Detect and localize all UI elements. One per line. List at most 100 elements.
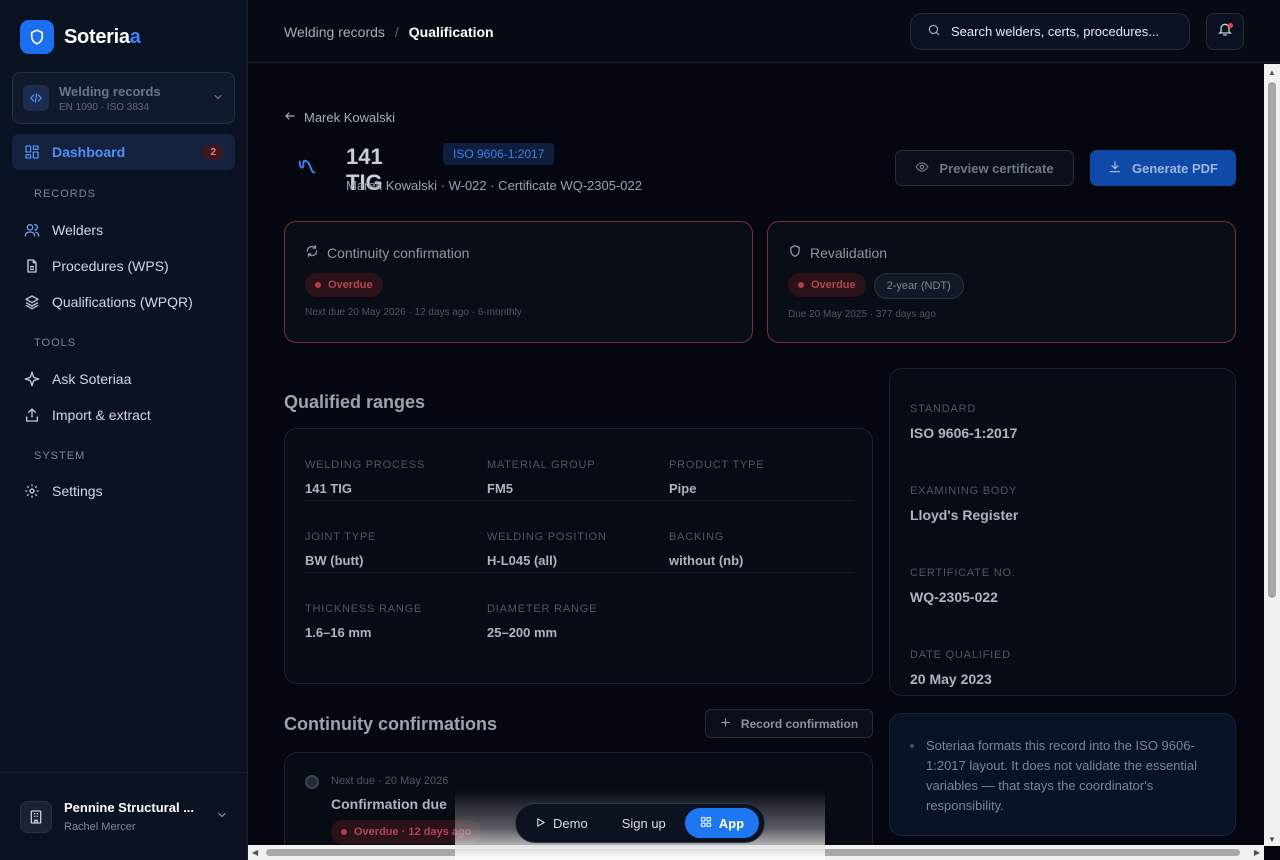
qualified-ranges-heading: Qualified ranges xyxy=(284,392,426,412)
building-icon xyxy=(20,800,52,833)
status-badge: Overdue xyxy=(305,273,383,297)
range-value: FM5 xyxy=(487,481,513,496)
code-icon xyxy=(23,85,49,111)
scroll-left-icon[interactable]: ◀ xyxy=(252,848,258,857)
range-value: 141 TIG xyxy=(305,481,352,496)
interval-tag: 2-year (NDT) xyxy=(873,273,964,299)
range-value: 1.6–16 mm xyxy=(305,625,372,640)
range-cell: DIAMETER RANGE 25–200 mm xyxy=(487,603,669,645)
apps-grid-icon xyxy=(700,816,712,831)
range-label: MATERIAL GROUP xyxy=(487,459,596,471)
range-value: H-L045 (all) xyxy=(487,553,558,568)
notification-count-badge: 2 xyxy=(203,144,223,160)
app-label: App xyxy=(718,815,745,831)
shield-icon xyxy=(788,244,802,261)
range-label: WELDING PROCESS xyxy=(305,459,426,471)
refresh-icon xyxy=(305,244,319,261)
preview-certificate-button[interactable]: Preview certificate xyxy=(895,150,1074,186)
sidebar-item-welders[interactable]: Welders xyxy=(12,212,235,248)
search-input[interactable]: Search welders, certs, procedures... xyxy=(910,13,1190,50)
range-cell: WELDING POSITION H-L045 (all) xyxy=(487,531,669,572)
signup-label: Sign up xyxy=(621,815,666,831)
alert-note: Next due 20 May 2026 · 12 days ago · 6-m… xyxy=(305,307,522,318)
sidebar-item-procedures[interactable]: Procedures (WPS) xyxy=(12,248,235,284)
detail-value: 20 May 2023 xyxy=(910,671,992,687)
sidebar-item-label: Settings xyxy=(52,483,103,499)
range-label: DIAMETER RANGE xyxy=(487,603,598,615)
chevron-down-icon xyxy=(216,808,228,826)
mode-switcher: Demo Sign up App xyxy=(515,803,765,843)
chevron-down-icon xyxy=(212,91,224,106)
range-value: without (nb) xyxy=(669,553,744,568)
demo-label: Demo xyxy=(553,815,588,831)
generate-pdf-button[interactable]: Generate PDF xyxy=(1090,150,1236,186)
org-name: Pennine Structural ... xyxy=(64,800,195,815)
scroll-up-icon[interactable]: ▲ xyxy=(1268,68,1276,77)
qualified-ranges-card: WELDING PROCESS 141 TIG MATERIAL GROUP FM5… xyxy=(284,428,873,684)
range-cell: PRODUCT TYPE Pipe xyxy=(669,459,851,500)
sidebar-item-dashboard[interactable]: Dashboard 2 xyxy=(12,134,235,170)
alert-note: Due 20 May 2025 · 377 days ago xyxy=(788,309,936,320)
sidebar-item-settings[interactable]: Settings xyxy=(12,473,235,509)
breadcrumb-current: Qualification xyxy=(408,24,494,40)
range-value: BW (butt) xyxy=(305,553,364,568)
page-subtitle: Marek Kowalski · W-022 · Certificate WQ-… xyxy=(346,178,642,193)
breadcrumb-parent[interactable]: Welding records xyxy=(284,24,385,40)
workspace-subtitle: EN 1090 · ISO 3834 xyxy=(59,101,150,113)
breadcrumb: Welding records / Qualification xyxy=(284,24,494,40)
range-cell: MATERIAL GROUP FM5 xyxy=(487,459,669,500)
detail-value: ISO 9606-1:2017 xyxy=(910,425,1018,441)
detail-item: STANDARD ISO 9606-1:2017 xyxy=(910,403,1215,475)
users-icon xyxy=(24,222,40,238)
info-notice: Soteriaa formats this record into the IS… xyxy=(889,713,1236,836)
top-header: Welding records / Qualification Search w… xyxy=(248,0,1280,63)
nav-section-records: RECORDS xyxy=(34,188,97,200)
sidebar-item-label: Import & extract xyxy=(52,407,151,423)
notifications-button[interactable] xyxy=(1206,13,1244,50)
workspace-title: Welding records xyxy=(59,83,161,99)
range-label: BACKING xyxy=(669,531,725,543)
demo-button[interactable]: Demo xyxy=(520,808,603,838)
gear-icon xyxy=(24,483,40,499)
continuity-heading: Continuity confirmations xyxy=(284,714,497,734)
back-link[interactable]: Marek Kowalski xyxy=(284,110,395,125)
certificate-details-card: STANDARD ISO 9606-1:2017 EXAMINING BODY Ll… xyxy=(889,368,1236,696)
record-label: Record confirmation xyxy=(740,716,859,731)
scroll-right-icon[interactable]: ▶ xyxy=(1254,848,1260,857)
layers-icon xyxy=(24,294,40,310)
record-confirmation-button[interactable]: Record confirmation xyxy=(705,709,873,738)
shield-logo-icon xyxy=(20,20,54,54)
range-label: PRODUCT TYPE xyxy=(669,459,765,471)
brand-name: Soteriaa xyxy=(64,25,141,48)
sidebar-item-label: Qualifications (WPQR) xyxy=(52,294,193,310)
range-row: JOINT TYPE BW (butt) WELDING POSITION H-L0… xyxy=(305,501,852,573)
detail-label: STANDARD xyxy=(910,403,977,415)
range-cell: BACKING without (nb) xyxy=(669,531,851,572)
sidebar-item-label: Welders xyxy=(52,222,104,238)
status-text: Overdue · 12 days ago xyxy=(354,826,472,838)
detail-label: CERTIFICATE NO. xyxy=(910,567,1016,579)
arrow-left-icon xyxy=(284,110,296,125)
detail-value: WQ-2305-022 xyxy=(910,589,998,605)
upload-icon xyxy=(24,407,40,423)
org-switcher[interactable]: Pennine Structural ... Rachel Mercer xyxy=(0,772,248,860)
detail-value: Lloyd's Register xyxy=(910,507,1019,523)
workspace-switcher[interactable]: Welding records EN 1090 · ISO 3834 xyxy=(12,72,235,124)
scrollbar-thumb[interactable] xyxy=(1268,82,1276,598)
status-dot xyxy=(341,829,347,835)
document-icon xyxy=(24,258,40,274)
vertical-scrollbar[interactable]: ▲ ▼ xyxy=(1264,64,1280,846)
sidebar-item-ask[interactable]: Ask Soteriaa xyxy=(12,361,235,397)
unread-dot xyxy=(1228,23,1233,28)
range-label: THICKNESS RANGE xyxy=(305,603,423,615)
user-name: Rachel Mercer xyxy=(64,821,136,833)
pdf-label: Generate PDF xyxy=(1132,160,1218,176)
main-content: Marek Kowalski 141 TIG ISO 9606-1:2017 M… xyxy=(248,64,1264,846)
sidebar-item-import[interactable]: Import & extract xyxy=(12,397,235,433)
app-button[interactable]: App xyxy=(684,808,760,838)
status-text: Overdue xyxy=(811,279,856,291)
sidebar-item-qualifications[interactable]: Qualifications (WPQR) xyxy=(12,284,235,320)
brand[interactable]: Soteriaa xyxy=(20,20,141,54)
scroll-down-icon[interactable]: ▼ xyxy=(1268,835,1276,844)
signup-button[interactable]: Sign up xyxy=(607,808,681,838)
